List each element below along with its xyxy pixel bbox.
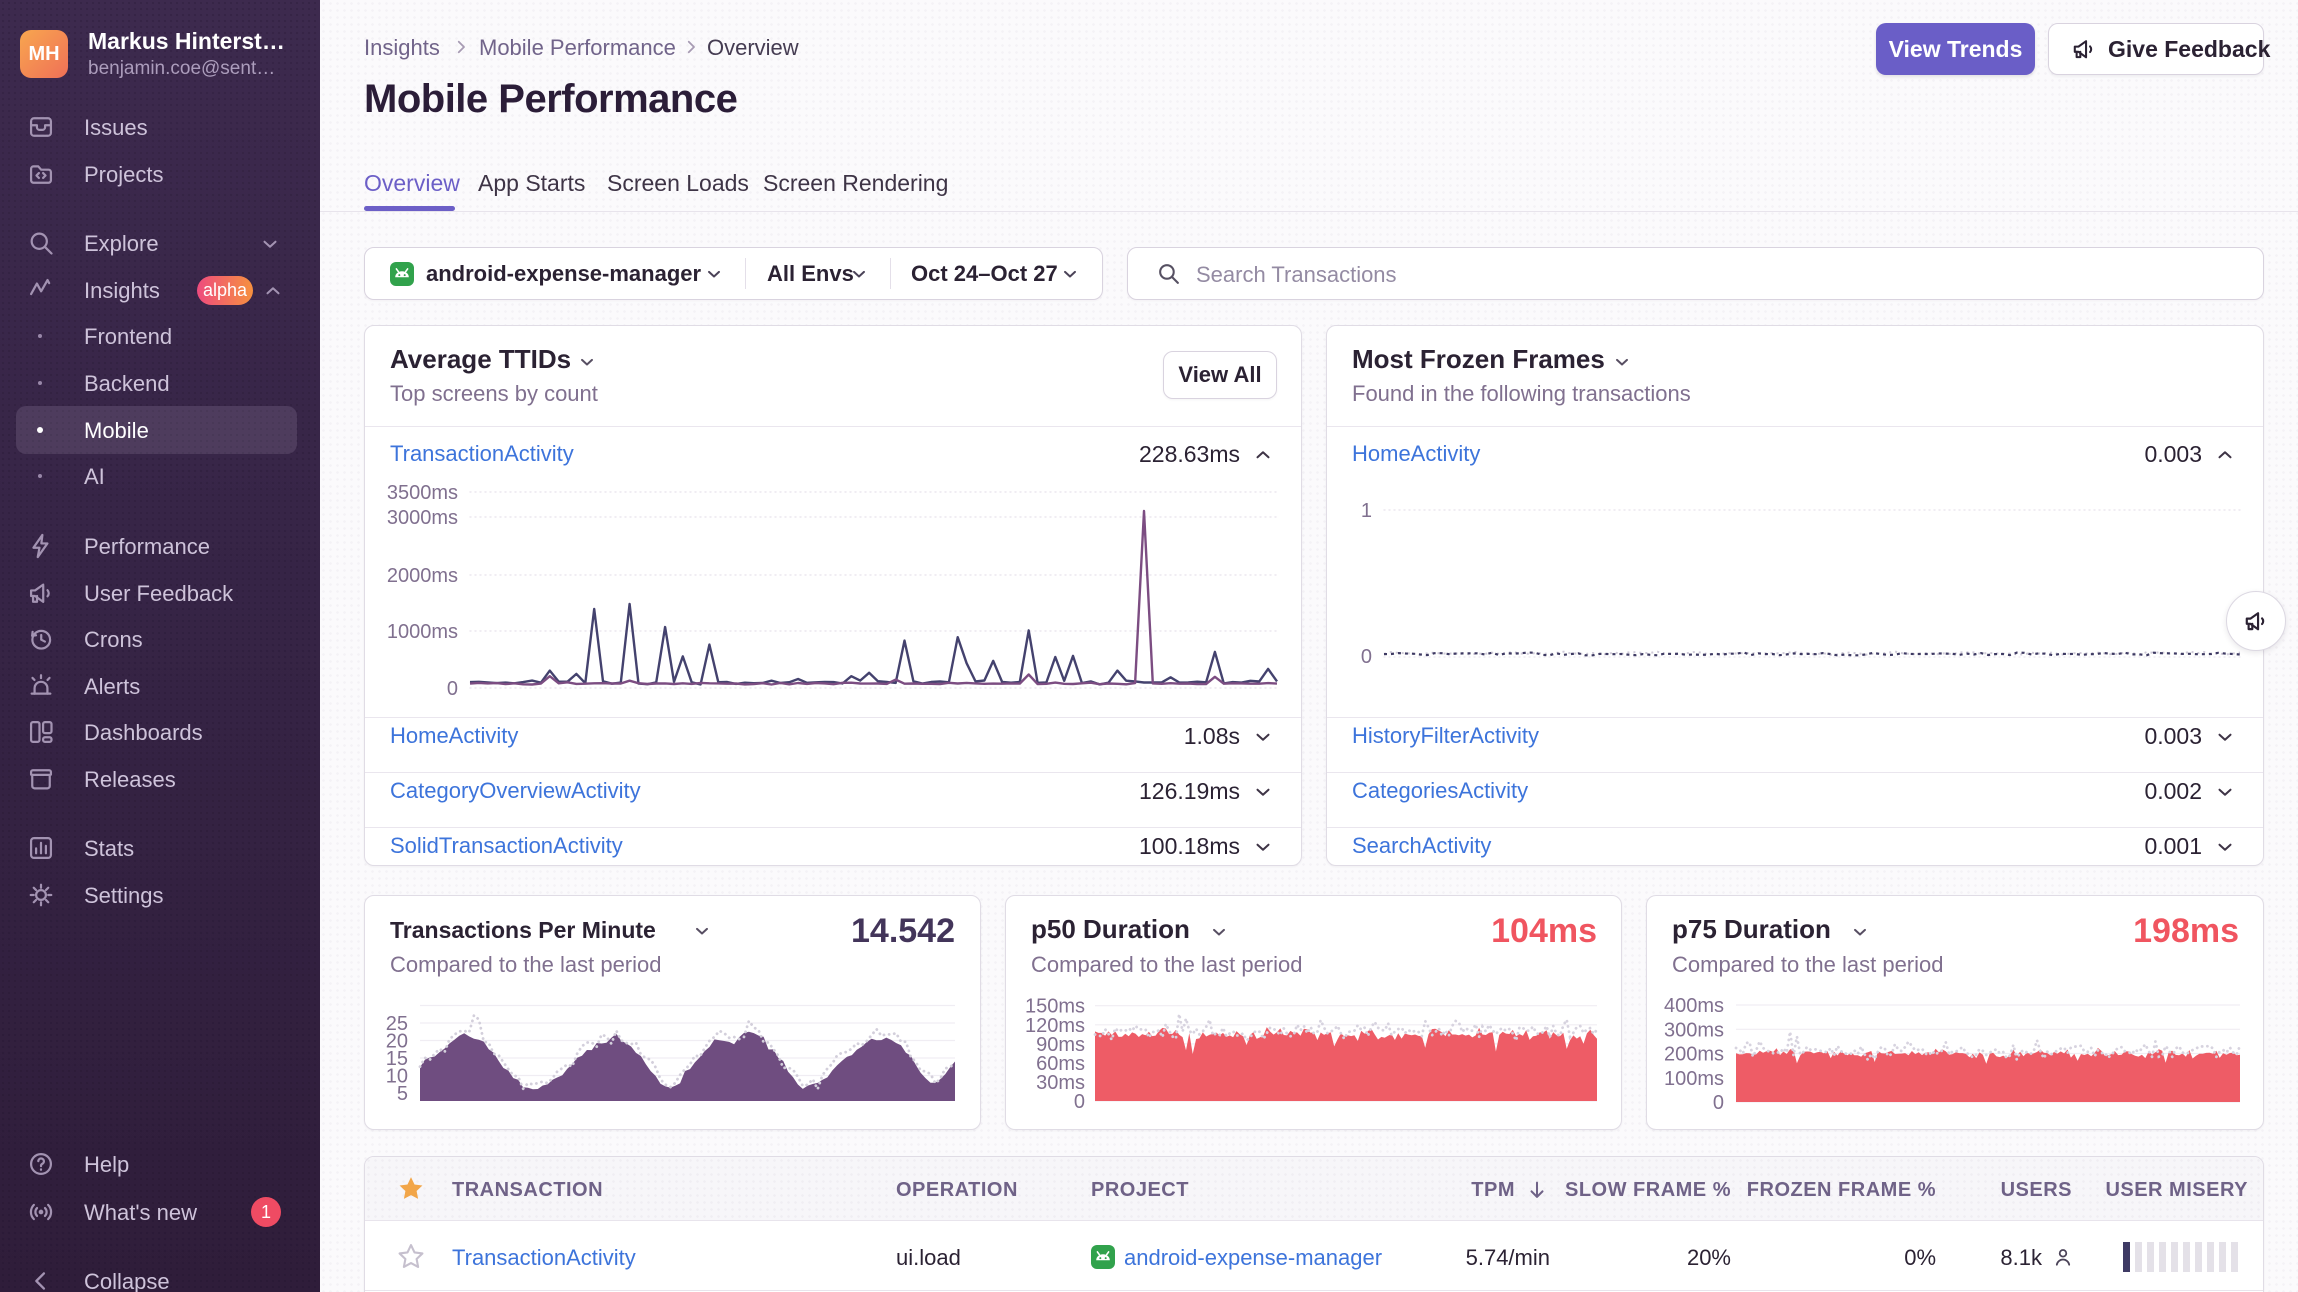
svg-text:3500ms: 3500ms bbox=[387, 482, 458, 504]
svg-text:0: 0 bbox=[1074, 1091, 1085, 1113]
svg-text:0: 0 bbox=[1361, 646, 1372, 668]
svg-text:300ms: 300ms bbox=[1664, 1019, 1724, 1041]
svg-text:400ms: 400ms bbox=[1664, 995, 1724, 1017]
svg-text:1: 1 bbox=[1361, 500, 1372, 522]
svg-text:3000ms: 3000ms bbox=[387, 507, 458, 529]
svg-text:0: 0 bbox=[447, 678, 458, 700]
svg-text:5: 5 bbox=[397, 1083, 408, 1105]
svg-text:100ms: 100ms bbox=[1664, 1068, 1724, 1090]
svg-text:0: 0 bbox=[1713, 1092, 1724, 1114]
svg-text:1000ms: 1000ms bbox=[387, 621, 458, 643]
svg-text:200ms: 200ms bbox=[1664, 1044, 1724, 1066]
svg-text:2000ms: 2000ms bbox=[387, 565, 458, 587]
